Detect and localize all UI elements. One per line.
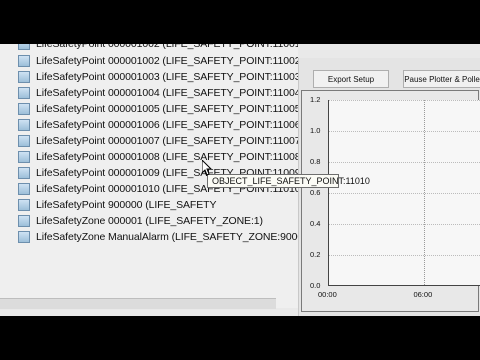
y-tick-label: 0.8 bbox=[310, 157, 321, 166]
app-window: LifeSafetyPoint 000001002 (LIFE_SAFETY_P… bbox=[0, 0, 480, 360]
tree-item[interactable]: LifeSafetyPoint 000001006 (LIFE_SAFETY_P… bbox=[18, 117, 298, 132]
y-tick-label: 0.6 bbox=[310, 188, 321, 197]
grid-line-horizontal bbox=[329, 193, 480, 194]
grid-line-horizontal bbox=[329, 100, 480, 101]
object-icon bbox=[18, 86, 30, 99]
tree-item[interactable]: LifeSafetyPoint 000001008 (LIFE_SAFETY_P… bbox=[18, 149, 298, 164]
horizontal-scrollbar[interactable] bbox=[0, 298, 276, 309]
grid-line-horizontal bbox=[329, 255, 480, 256]
x-tick-label: 06:00 bbox=[413, 290, 433, 299]
object-icon bbox=[18, 134, 30, 147]
plot-area bbox=[328, 100, 480, 286]
object-icon bbox=[18, 166, 30, 179]
grid-line-vertical bbox=[424, 100, 426, 285]
tree-item-label: LifeSafetyPoint 000001008 (LIFE_SAFETY_P… bbox=[36, 150, 298, 163]
y-tick-label: 0.4 bbox=[310, 219, 321, 228]
object-icon bbox=[18, 230, 30, 243]
y-tick-label: 1.2 bbox=[310, 95, 321, 104]
tree-item[interactable]: LifeSafetyPoint 000001007 (LIFE_SAFETY_P… bbox=[18, 133, 298, 148]
x-tick-label: 00:00 bbox=[318, 290, 337, 299]
export-setup-button[interactable]: Export Setup bbox=[313, 70, 389, 88]
tree-item[interactable]: LifeSafetyPoint 900000 (LIFE_SAFETY bbox=[18, 197, 216, 212]
video-letterbox-bottom bbox=[0, 316, 480, 360]
tree-item-label: LifeSafetyPoint 000001005 (LIFE_SAFETY_P… bbox=[36, 102, 298, 115]
object-icon bbox=[18, 118, 30, 131]
object-icon bbox=[18, 214, 30, 227]
plot-frame: 0.0 0.2 0.4 0.6 0.8 1.0 1.2 00:00 06:00 bbox=[301, 90, 480, 312]
tree-item[interactable]: LifeSafetyPoint 000001003 (LIFE_SAFETY_P… bbox=[18, 69, 298, 84]
tree-item-label: LifeSafetyZone ManualAlarm (LIFE_SAFETY_… bbox=[36, 230, 298, 243]
video-letterbox-top bbox=[0, 0, 480, 44]
tree-item-label: LifeSafetyZone 000001 (LIFE_SAFETY_ZONE:… bbox=[36, 214, 263, 227]
tree-item[interactable]: LifeSafetyPoint 000001005 (LIFE_SAFETY_P… bbox=[18, 101, 298, 116]
grid-line-horizontal bbox=[329, 224, 480, 225]
grid-line-horizontal bbox=[329, 162, 480, 163]
tree-item[interactable]: LifeSafetyZone 000001 (LIFE_SAFETY_ZONE:… bbox=[18, 213, 263, 228]
tree-item-label: LifeSafetyPoint 000001004 (LIFE_SAFETY_P… bbox=[36, 86, 298, 99]
tree-item[interactable]: LifeSafetyPoint 000001002 (LIFE_SAFETY_P… bbox=[18, 53, 298, 68]
tree-item-label: LifeSafetyPoint 900000 (LIFE_SAFETY bbox=[36, 198, 217, 211]
object-tree[interactable]: LifeSafetyPoint 000001002 (LIFE_SAFETY_P… bbox=[0, 36, 298, 308]
object-icon bbox=[18, 102, 30, 115]
object-tooltip: OBJECT_LIFE_SAFETY_POINT:11010 bbox=[207, 174, 370, 188]
tree-item[interactable]: LifeSafetyPoint 000001004 (LIFE_SAFETY_P… bbox=[18, 85, 298, 100]
y-tick-label: 0.2 bbox=[310, 250, 321, 259]
pause-plotter-button[interactable]: Pause Plotter & Polle bbox=[403, 70, 480, 88]
object-icon bbox=[18, 54, 30, 67]
tree-item-label: LifeSafetyPoint 000001002 (LIFE_SAFETY_P… bbox=[36, 54, 298, 67]
tree-item-label: LifeSafetyPoint 000001007 (LIFE_SAFETY_P… bbox=[36, 134, 298, 147]
tree-item-label: LifeSafetyPoint 000001006 (LIFE_SAFETY_P… bbox=[36, 118, 298, 131]
tree-item[interactable]: LifeSafetyZone ManualAlarm (LIFE_SAFETY_… bbox=[18, 229, 298, 244]
object-icon bbox=[18, 182, 30, 195]
grid-line-horizontal bbox=[329, 131, 480, 132]
y-tick-label: 1.0 bbox=[310, 126, 321, 135]
tree-item-label: LifeSafetyPoint 000001003 (LIFE_SAFETY_P… bbox=[36, 70, 298, 83]
object-icon bbox=[18, 198, 30, 211]
object-icon bbox=[18, 70, 30, 83]
y-tick-label: 0.0 bbox=[310, 281, 321, 290]
mouse-cursor-icon bbox=[202, 160, 212, 176]
object-icon bbox=[18, 150, 30, 163]
